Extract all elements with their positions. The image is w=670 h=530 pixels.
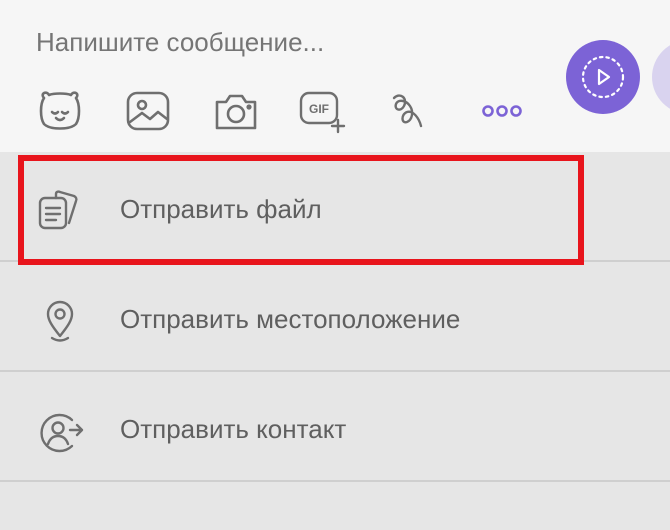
next-button[interactable] — [652, 40, 670, 114]
menu-item-send-location[interactable]: Отправить местоположение — [0, 262, 670, 372]
gallery-icon[interactable] — [124, 88, 172, 134]
menu-item-send-file[interactable]: Отправить файл — [0, 152, 670, 262]
file-icon — [36, 188, 84, 236]
menu-item-label: Отправить контакт — [120, 414, 347, 444]
contact-share-icon — [36, 408, 84, 456]
menu-item-label: Отправить местоположение — [120, 304, 461, 334]
attachment-panel: GIF — [0, 0, 670, 530]
compose-bar: GIF — [0, 0, 670, 152]
camera-icon[interactable] — [212, 88, 260, 134]
more-dots-icon[interactable] — [478, 88, 526, 134]
gif-label: GIF — [309, 102, 329, 116]
location-pin-icon — [36, 298, 84, 346]
menu-item-send-contact[interactable]: Отправить контакт — [0, 372, 670, 482]
menu-item-label: Отправить файл — [120, 194, 322, 224]
gif-add-icon[interactable]: GIF — [298, 88, 346, 134]
video-message-icon — [581, 55, 625, 99]
message-input[interactable] — [36, 24, 536, 60]
sticker-bear-icon[interactable] — [36, 88, 84, 134]
video-message-button[interactable] — [566, 40, 640, 114]
attachment-menu: Отправить файл Отправить местоположение — [0, 152, 670, 482]
doodle-icon[interactable] — [386, 88, 434, 134]
